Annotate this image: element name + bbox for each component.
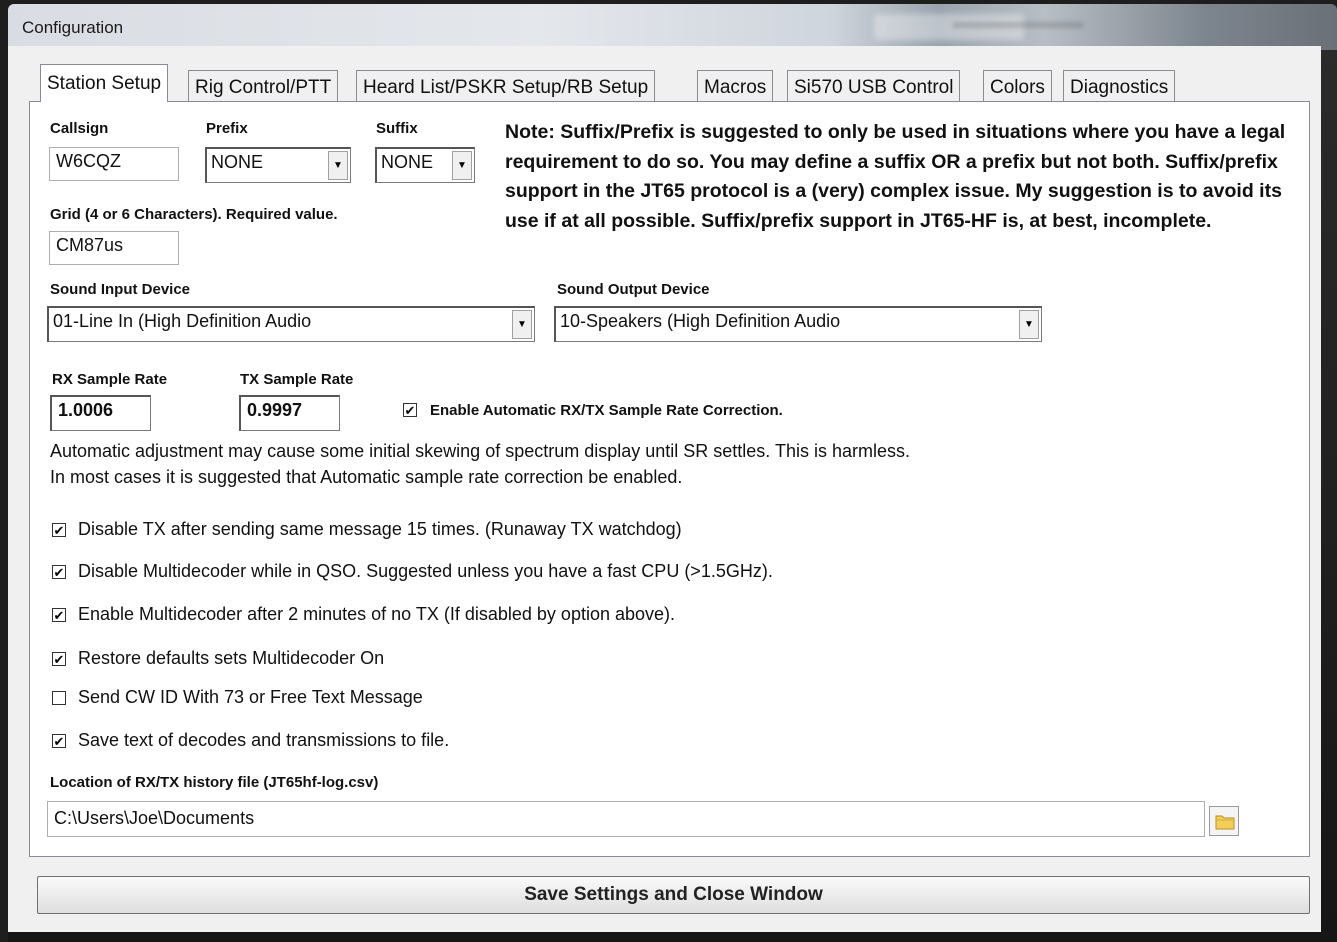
runaway-tx-checkbox[interactable]: ✔ <box>52 523 66 537</box>
tab-label: Heard List/PSKR Setup/RB Setup <box>363 77 649 98</box>
suffix-select[interactable]: NONE ▼ <box>375 147 475 183</box>
save-decodes-label: Save text of decodes and transmissions t… <box>78 730 450 750</box>
tab-si570[interactable]: Si570 USB Control <box>787 70 961 102</box>
runaway-tx-label: Disable TX after sending same message 15… <box>78 519 682 539</box>
folder-icon <box>1215 815 1235 830</box>
tab-station-setup[interactable]: Station Setup <box>40 64 169 102</box>
callsign-label: Callsign <box>50 120 109 137</box>
tab-label: Station Setup <box>47 73 162 94</box>
callsign-input[interactable]: W6CQZ <box>49 147 179 181</box>
history-path-input[interactable]: C:\Users\Joe\Documents <box>47 801 1205 837</box>
browse-folder-button[interactable] <box>1209 806 1239 836</box>
sound-input-select[interactable]: 01-Line In (High Definition Audio ▼ <box>47 306 535 342</box>
suffix-prefix-note: Note: Suffix/Prefix is suggested to only… <box>505 121 1286 232</box>
save-decodes-checkbox[interactable]: ✔ <box>52 734 66 748</box>
sound-input-value: 01-Line In (High Definition Audio <box>53 311 312 331</box>
tab-colors[interactable]: Colors <box>983 70 1052 102</box>
tx-sample-rate-label: TX Sample Rate <box>240 371 354 388</box>
save-settings-button[interactable]: Save Settings and Close Window <box>37 876 1310 914</box>
send-cw-id-checkbox[interactable] <box>52 691 66 705</box>
grid-label: Grid (4 or 6 Characters). Required value… <box>50 206 338 223</box>
prefix-value: NONE <box>211 152 264 172</box>
tab-label: Macros <box>704 77 767 98</box>
tx-sample-rate-input[interactable]: 0.9997 <box>239 395 340 431</box>
chevron-down-icon[interactable]: ▼ <box>512 310 532 339</box>
prefix-select[interactable]: NONE ▼ <box>205 147 351 183</box>
tab-heard-list[interactable]: Heard List/PSKR Setup/RB Setup <box>356 70 656 102</box>
auto-sr-checkbox[interactable]: ✔ <box>403 403 417 417</box>
sr-info-line1: Automatic adjustment may cause some init… <box>50 441 911 461</box>
rx-sample-rate-label: RX Sample Rate <box>52 371 168 388</box>
send-cw-id-label: Send CW ID With 73 or Free Text Message <box>78 687 423 707</box>
tab-label: Si570 USB Control <box>794 77 954 98</box>
titlebar-blur-text <box>953 22 1083 28</box>
suffix-label: Suffix <box>376 120 418 137</box>
tab-label: Diagnostics <box>1070 77 1169 98</box>
chevron-down-icon[interactable]: ▼ <box>452 151 472 180</box>
rx-sample-rate-input[interactable]: 1.0006 <box>50 395 151 431</box>
disable-multidecoder-label: Disable Multidecoder while in QSO. Sugge… <box>78 561 773 581</box>
sound-output-select[interactable]: 10-Speakers (High Definition Audio ▼ <box>554 306 1042 342</box>
tab-diagnostics[interactable]: Diagnostics <box>1063 70 1176 102</box>
sound-output-value: 10-Speakers (High Definition Audio <box>560 311 841 331</box>
sound-output-label: Sound Output Device <box>557 281 710 298</box>
auto-sr-label: Enable Automatic RX/TX Sample Rate Corre… <box>430 402 783 419</box>
disable-multidecoder-checkbox[interactable]: ✔ <box>52 565 66 579</box>
chevron-down-icon[interactable]: ▼ <box>1019 310 1039 339</box>
tab-rig-control[interactable]: Rig Control/PTT <box>188 70 339 102</box>
tab-macros[interactable]: Macros <box>697 70 774 102</box>
chevron-down-icon[interactable]: ▼ <box>328 151 348 180</box>
sound-input-label: Sound Input Device <box>50 281 191 298</box>
suffix-value: NONE <box>381 152 434 172</box>
restore-defaults-checkbox[interactable]: ✔ <box>52 652 66 666</box>
history-file-label: Location of RX/TX history file (JT65hf-l… <box>50 774 379 791</box>
grid-input[interactable]: CM87us <box>49 231 179 265</box>
window-title: Configuration <box>22 18 124 37</box>
prefix-label: Prefix <box>206 120 248 137</box>
tab-label: Colors <box>990 77 1045 98</box>
restore-defaults-label: Restore defaults sets Multidecoder On <box>78 648 385 668</box>
title-bar[interactable]: Configuration <box>8 4 1337 50</box>
tab-label: Rig Control/PTT <box>195 77 332 98</box>
enable-multidecoder-checkbox[interactable]: ✔ <box>52 608 66 622</box>
enable-multidecoder-label: Enable Multidecoder after 2 minutes of n… <box>78 604 676 624</box>
sr-info-line2: In most cases it is suggested that Autom… <box>50 467 683 487</box>
